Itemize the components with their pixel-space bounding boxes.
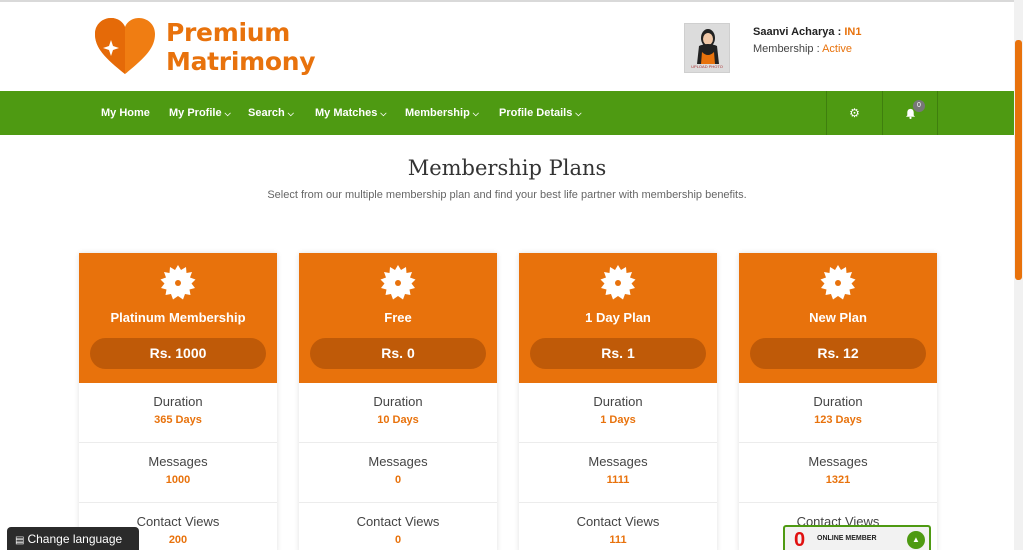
plan-price[interactable]: Rs. 1000: [90, 338, 266, 369]
plan-contact-views: Contact Views 0: [356, 514, 440, 546]
notification-count-badge: 0: [913, 100, 925, 112]
plan-card-platinum: Platinum Membership Rs. 1000 Duration 36…: [79, 253, 277, 550]
plan-messages: Messages 1321: [808, 454, 868, 486]
nav-item-profile-details[interactable]: Profile Details ⌵: [499, 91, 581, 135]
brand-line-1: Premium: [166, 18, 290, 47]
badge-icon: [600, 265, 636, 300]
plan-name: Platinum Membership: [110, 310, 246, 325]
plan-duration: Duration 10 Days: [373, 394, 423, 426]
badge-icon: [820, 265, 856, 300]
language-icon: ▤: [15, 535, 25, 546]
plan-card-1-day: 1 Day Plan Rs. 1 Duration 1 Days Message…: [519, 253, 717, 550]
user-id: IN1: [844, 26, 862, 38]
notifications-button[interactable]: 0: [883, 91, 938, 135]
plan-contact-views: Contact Views 111: [576, 514, 660, 546]
user-name: Saanvi Acharya :: [753, 26, 845, 38]
online-label: ONLINE MEMBER: [817, 535, 877, 542]
user-info: Saanvi Acharya : IN1 Membership : Active: [753, 26, 861, 55]
plan-name: Free: [384, 310, 412, 325]
upload-photo-caption: UPLOAD PHOTO: [691, 64, 723, 69]
change-language-button[interactable]: ▤ Change language: [7, 527, 139, 550]
site-header: Premium Matrimony UPLOAD PHOTO Saanvi Ac…: [0, 0, 1023, 91]
expand-up-icon[interactable]: ▲: [907, 531, 925, 549]
chevron-down-icon: ⌵: [224, 109, 231, 118]
nav-divider: [937, 91, 938, 135]
chevron-down-icon: ⌵: [287, 109, 294, 118]
site-logo[interactable]: Premium Matrimony: [95, 16, 316, 82]
chevron-down-icon: ⌵: [380, 109, 387, 118]
plan-messages: Messages 0: [368, 454, 428, 486]
plan-price[interactable]: Rs. 12: [750, 338, 926, 369]
plan-duration: Duration 1 Days: [593, 394, 643, 426]
membership-status: Active: [822, 43, 853, 55]
settings-button[interactable]: ⚙: [827, 91, 882, 135]
page-title: Membership Plans: [407, 156, 607, 180]
plan-duration: Duration 123 Days: [813, 394, 863, 426]
plan-messages: Messages 1000: [148, 454, 208, 486]
nav-item-my-matches[interactable]: My Matches ⌵: [315, 91, 386, 135]
online-member-widget[interactable]: 0 ONLINE MEMBER ▲: [783, 525, 931, 550]
badge-icon: [160, 265, 196, 300]
chevron-down-icon: ⌵: [472, 109, 479, 118]
scrollbar-thumb[interactable]: [1015, 40, 1022, 280]
plan-price[interactable]: Rs. 1: [530, 338, 706, 369]
brand-line-2: Matrimony: [166, 47, 316, 76]
user-silhouette-icon: [697, 29, 719, 64]
nav-item-my-profile[interactable]: My Profile ⌵: [169, 91, 231, 135]
gear-icon: ⚙: [849, 106, 860, 120]
nav-item-my-home[interactable]: My Home: [101, 91, 150, 135]
online-count: 0: [794, 529, 806, 550]
plan-price[interactable]: Rs. 0: [310, 338, 486, 369]
plan-card-free: Free Rs. 0 Duration 10 Days Messages 0 C…: [299, 253, 497, 550]
badge-icon: [380, 265, 416, 300]
nav-item-membership[interactable]: Membership ⌵: [405, 91, 479, 135]
plan-card-new: New Plan Rs. 12 Duration 123 Days Messag…: [739, 253, 937, 550]
plan-name: 1 Day Plan: [585, 310, 651, 325]
page-scrollbar[interactable]: [1014, 0, 1023, 550]
plan-messages: Messages 1111: [588, 454, 648, 486]
nav-item-search[interactable]: Search ⌵: [248, 91, 294, 135]
main-navbar: My Home My Profile ⌵ Search ⌵ My Matches ⌵ …: [0, 91, 1014, 135]
plan-name: New Plan: [809, 310, 867, 325]
plan-duration: Duration 365 Days: [153, 394, 203, 426]
chevron-down-icon: ⌵: [575, 109, 582, 118]
heart-logo-icon: [95, 18, 155, 74]
membership-label: Membership :: [753, 43, 823, 55]
page-subtitle: Select from our multiple membership plan…: [267, 189, 747, 201]
avatar[interactable]: UPLOAD PHOTO: [684, 23, 730, 73]
